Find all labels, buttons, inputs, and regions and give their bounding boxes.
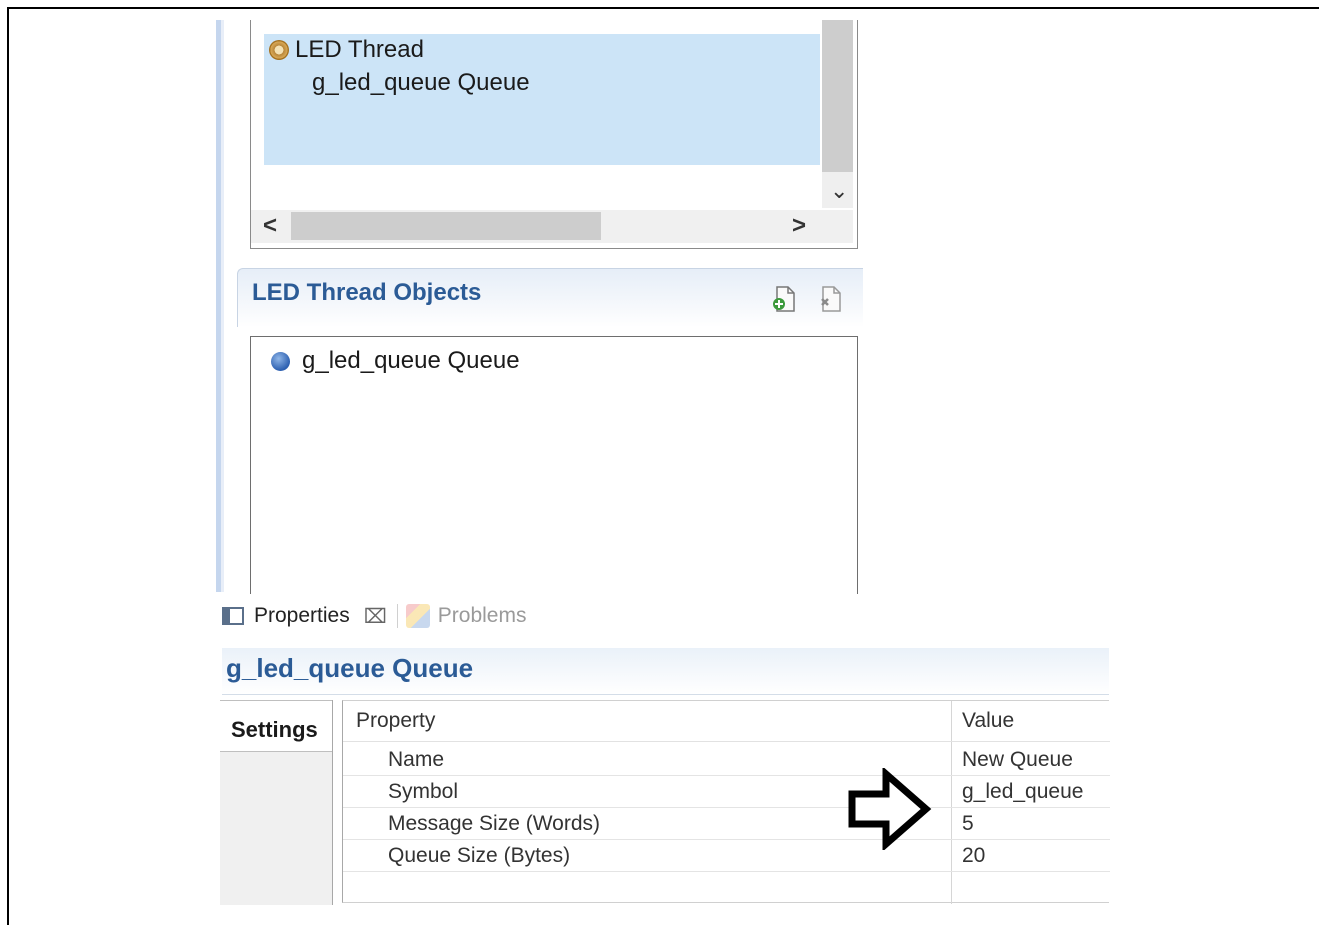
horizontal-scrollbar[interactable]: < > bbox=[251, 210, 853, 243]
list-item-label: g_led_queue Queue bbox=[302, 347, 520, 374]
property-value[interactable]: 5 bbox=[962, 812, 974, 836]
tab-settings-label: Settings bbox=[231, 717, 318, 742]
tab-properties[interactable]: Properties bbox=[254, 604, 350, 628]
frame-top-border bbox=[8, 7, 1319, 9]
tab-settings[interactable]: Settings bbox=[220, 700, 332, 752]
property-value[interactable]: g_led_queue bbox=[962, 780, 1083, 804]
view-tab-bar: Properties ⌧ Problems bbox=[222, 600, 526, 632]
property-name: Symbol bbox=[388, 780, 459, 803]
vertical-scrollbar-thumb[interactable] bbox=[822, 20, 853, 172]
frame-left-border bbox=[7, 7, 9, 925]
objects-list-panel: g_led_queue Queue bbox=[250, 336, 858, 594]
property-table: Property Value Name New Queue Symbol g_l… bbox=[342, 700, 1110, 904]
table-row[interactable]: Name New Queue bbox=[343, 744, 1110, 776]
vertical-scrollbar[interactable]: ⌄ bbox=[822, 20, 853, 208]
tree-item-led-thread[interactable]: LED Thread bbox=[269, 36, 424, 64]
table-row-empty bbox=[343, 872, 1110, 904]
objects-section-header: LED Thread Objects bbox=[237, 268, 863, 327]
property-value[interactable]: 20 bbox=[962, 844, 985, 868]
header-divider bbox=[343, 741, 1110, 742]
table-row[interactable]: Message Size (Words) 5 bbox=[343, 808, 1110, 840]
property-name: Message Size (Words) bbox=[388, 812, 601, 835]
gear-icon bbox=[269, 40, 289, 60]
property-value[interactable]: New Queue bbox=[962, 748, 1073, 772]
list-item[interactable]: g_led_queue Queue bbox=[271, 347, 520, 375]
properties-title: g_led_queue Queue bbox=[226, 653, 474, 683]
blue-dot-icon bbox=[271, 351, 290, 371]
chevron-down-icon[interactable]: ⌄ bbox=[830, 178, 848, 204]
tree-item-label: g_led_queue Queue bbox=[312, 69, 530, 96]
horizontal-scrollbar-thumb[interactable] bbox=[291, 212, 601, 240]
remove-object-icon[interactable] bbox=[818, 285, 842, 313]
objects-section-title: LED Thread Objects bbox=[252, 279, 482, 306]
table-row[interactable]: Queue Size (Bytes) 20 bbox=[343, 840, 1110, 872]
tree-item-g-led-queue[interactable]: g_led_queue Queue bbox=[312, 69, 530, 97]
tab-problems[interactable]: Problems bbox=[438, 604, 527, 628]
table-row[interactable]: Symbol g_led_queue bbox=[343, 776, 1110, 808]
close-icon[interactable]: ⌧ bbox=[364, 604, 387, 629]
property-name: Queue Size (Bytes) bbox=[388, 844, 571, 867]
problems-icon bbox=[405, 604, 430, 628]
properties-icon bbox=[222, 607, 244, 625]
add-object-icon[interactable] bbox=[772, 285, 796, 313]
threads-tree-panel: LED Thread g_led_queue Queue ⌄ < > bbox=[250, 20, 858, 249]
properties-header: g_led_queue Queue bbox=[222, 648, 1109, 695]
column-header-value[interactable]: Value bbox=[962, 709, 1014, 733]
view-accent-strip-inner bbox=[221, 20, 224, 592]
chevron-left-icon[interactable]: < bbox=[263, 212, 277, 240]
property-name: Name bbox=[388, 748, 445, 771]
chevron-right-icon[interactable]: > bbox=[792, 212, 806, 240]
tree-item-label: LED Thread bbox=[295, 36, 424, 63]
column-header-property[interactable]: Property bbox=[356, 709, 435, 733]
arrow-right-icon bbox=[848, 768, 932, 850]
tab-divider bbox=[396, 604, 398, 628]
properties-side-tabs: Settings bbox=[220, 700, 333, 905]
